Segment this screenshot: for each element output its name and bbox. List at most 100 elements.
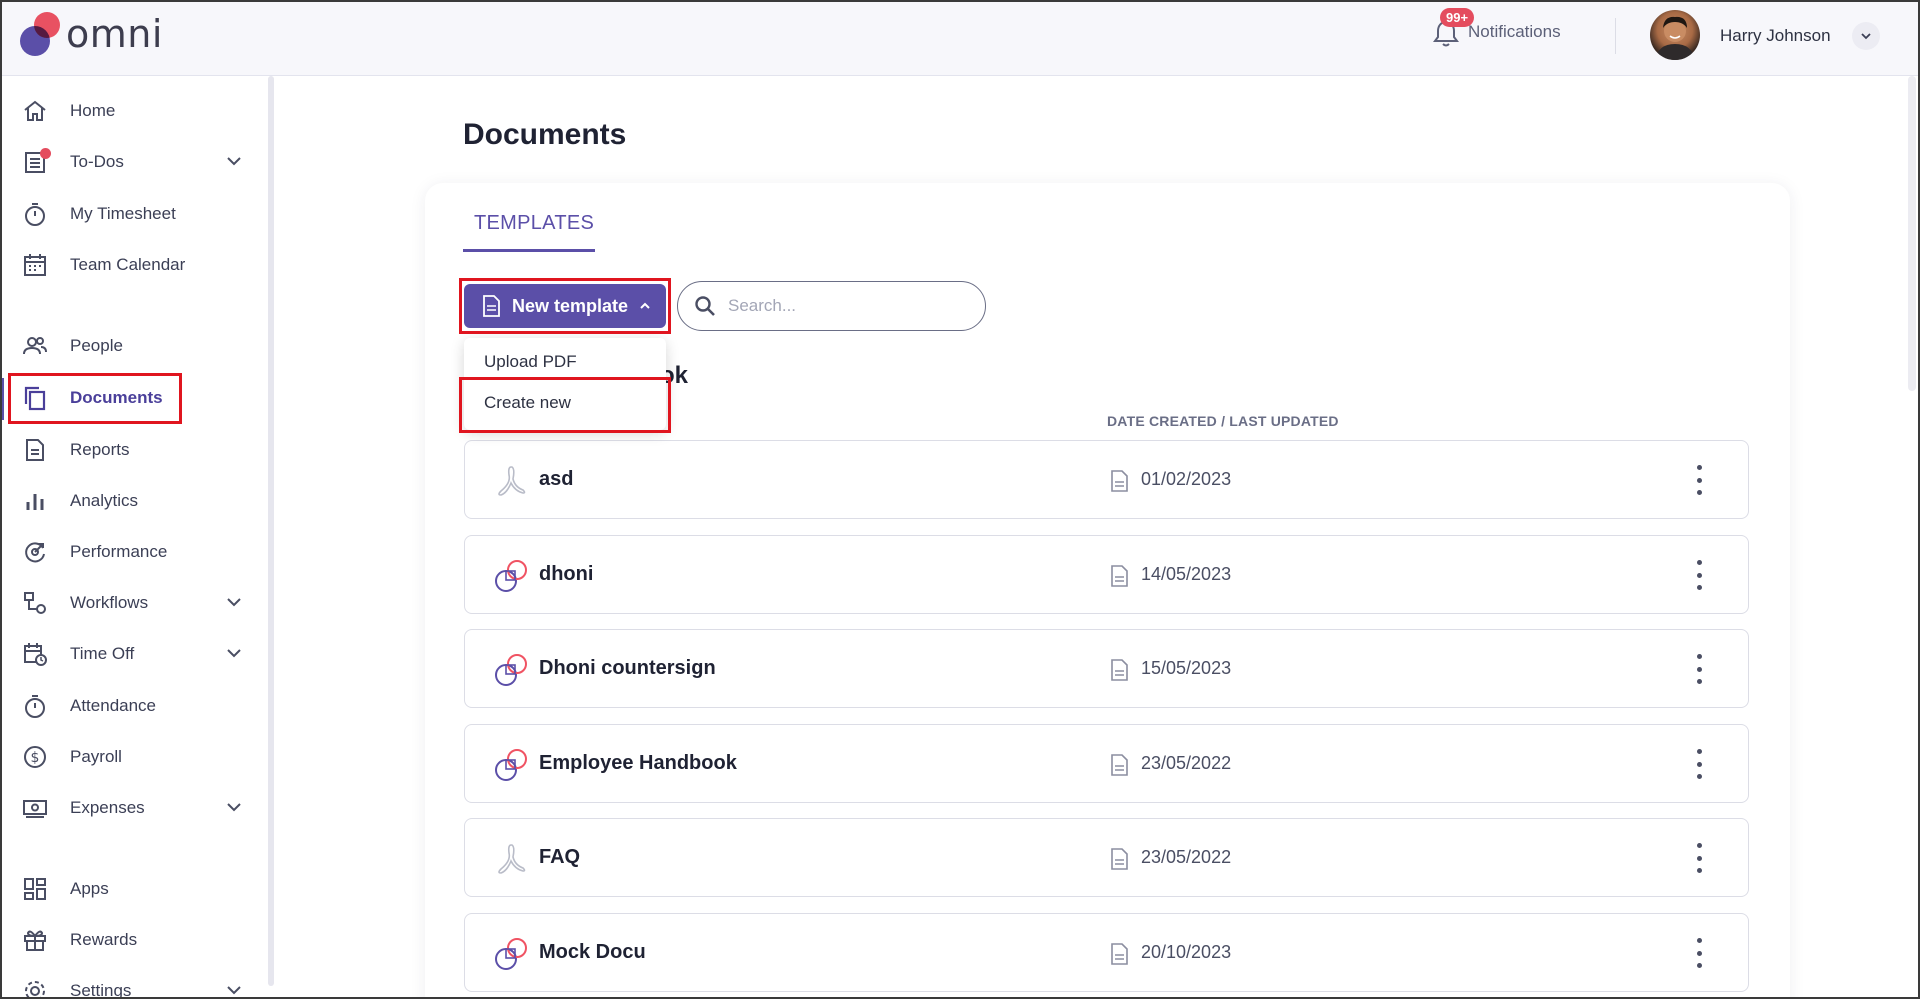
stopwatch-icon [20, 691, 50, 721]
people-icon [20, 331, 50, 361]
sidebar-item-attendance[interactable]: Attendance [10, 684, 255, 728]
column-header-date: DATE CREATED / LAST UPDATED [1107, 413, 1339, 429]
document-date: 01/02/2023 [1141, 469, 1232, 489]
sidebar-item-label: Team Calendar [70, 255, 186, 274]
report-icon [20, 435, 50, 465]
svg-text:$: $ [31, 750, 40, 766]
more-options-icon[interactable] [1693, 465, 1705, 495]
sidebar-item-people[interactable]: People [10, 324, 255, 368]
sidebar-item-time-off[interactable]: Time Off [10, 632, 255, 676]
document-name[interactable]: FAQ [539, 846, 580, 869]
pdf-file-icon [493, 463, 529, 499]
chevron-down-icon[interactable] [225, 644, 243, 667]
table-row[interactable]: Employee Handbook 23/05/2022 [464, 724, 1749, 803]
calendar-doc-icon [1110, 565, 1128, 592]
avatar[interactable] [1650, 10, 1700, 60]
sidebar-item-label: Apps [70, 879, 109, 898]
notifications-button[interactable]: 99+ Notifications [1432, 8, 1561, 47]
sidebar-item-to-dos[interactable]: To-Dos [10, 140, 255, 184]
logo-text: omni [66, 12, 163, 56]
chevron-down-icon[interactable] [225, 593, 243, 616]
document-name[interactable]: dhoni [539, 563, 593, 586]
more-options-icon[interactable] [1693, 654, 1705, 684]
sidebar-item-team-calendar[interactable]: Team Calendar [10, 243, 255, 287]
document-icon [482, 295, 500, 317]
search-icon [694, 295, 716, 317]
sidebar-item-label: To-Dos [70, 152, 124, 171]
table-row[interactable]: FAQ 23/05/2022 [464, 818, 1749, 897]
new-template-label: New template [512, 295, 629, 316]
dollar-icon: $ [20, 742, 50, 772]
chevron-down-icon[interactable] [225, 798, 243, 821]
top-header: omni 99+ Notifications Harry Johnson [0, 0, 1920, 76]
sidebar-item-apps[interactable]: Apps [10, 867, 255, 911]
sidebar-item-rewards[interactable]: Rewards [10, 918, 255, 962]
table-row[interactable]: dhoni 14/05/2023 [464, 535, 1749, 614]
sidebar-item-label: Analytics [70, 491, 139, 510]
workflow-icon [20, 588, 50, 618]
chevron-down-icon[interactable] [225, 152, 243, 175]
notifications-badge: 99+ [1440, 8, 1475, 27]
notifications-label: Notifications [1468, 22, 1561, 41]
gift-icon [20, 925, 50, 955]
sidebar-item-label: Expenses [70, 798, 145, 817]
sidebar-item-label: Attendance [70, 696, 157, 715]
search-input[interactable] [728, 296, 958, 316]
more-options-icon[interactable] [1693, 843, 1705, 873]
chevron-up-icon [638, 299, 652, 313]
tab-templates[interactable]: TEMPLATES [474, 212, 594, 235]
menu-item-create-new[interactable]: Create new [484, 393, 571, 413]
sidebar-item-label: Performance [70, 542, 168, 561]
search-box[interactable] [677, 281, 986, 331]
sidebar-item-settings[interactable]: Settings [10, 969, 255, 999]
sidebar-item-analytics[interactable]: Analytics [10, 479, 255, 523]
todo-alert-dot [40, 148, 51, 159]
sidebar-item-label: People [70, 336, 123, 355]
stopwatch-icon [20, 199, 50, 229]
table-row[interactable]: Dhoni countersign 15/05/2023 [464, 629, 1749, 708]
more-options-icon[interactable] [1693, 749, 1705, 779]
sidebar-item-expenses[interactable]: Expenses [10, 786, 255, 830]
documents-icon [20, 383, 50, 413]
page-scrollbar[interactable] [1908, 76, 1916, 391]
omni-logo[interactable]: omni [20, 12, 163, 56]
apps-icon [20, 874, 50, 904]
sidebar-item-reports[interactable]: Reports [10, 428, 255, 472]
omni-file-icon [493, 652, 529, 688]
sidebar-scrollbar[interactable] [268, 76, 274, 986]
omni-file-icon [493, 558, 529, 594]
chevron-down-icon[interactable] [225, 981, 243, 999]
document-name[interactable]: Mock Docu [539, 941, 646, 964]
sidebar-item-my-timesheet[interactable]: My Timesheet [10, 192, 255, 236]
document-name[interactable]: Employee Handbook [539, 752, 737, 775]
header-divider [1615, 18, 1616, 54]
sidebar-item-label: Time Off [70, 644, 135, 663]
new-template-button[interactable]: New template [464, 284, 666, 328]
sidebar-item-documents[interactable]: Documents [10, 376, 255, 420]
logo-mark-icon [20, 12, 64, 56]
document-date: 23/05/2022 [1141, 753, 1232, 773]
sidebar-item-payroll[interactable]: $ Payroll [10, 735, 255, 779]
document-date: 15/05/2023 [1141, 658, 1232, 678]
sidebar-item-label: Workflows [70, 593, 149, 612]
document-name[interactable]: Dhoni countersign [539, 657, 716, 680]
gear-icon [20, 976, 50, 999]
sidebar-item-workflows[interactable]: Workflows [10, 581, 255, 625]
more-options-icon[interactable] [1693, 560, 1705, 590]
table-row[interactable]: asd 01/02/2023 [464, 440, 1749, 519]
sidebar-item-performance[interactable]: Performance [10, 530, 255, 574]
omni-file-icon [493, 936, 529, 972]
document-date: 14/05/2023 [1141, 564, 1232, 584]
menu-item-upload-pdf[interactable]: Upload PDF [484, 352, 577, 372]
sidebar-item-home[interactable]: Home [10, 89, 255, 133]
calendar-doc-icon [1110, 848, 1128, 875]
document-name[interactable]: asd [539, 468, 573, 491]
user-name[interactable]: Harry Johnson [1720, 26, 1831, 46]
sidebar-item-label: Documents [70, 388, 163, 407]
table-row[interactable]: Mock Docu 20/10/2023 [464, 913, 1749, 992]
bar-chart-icon [20, 486, 50, 516]
active-indicator [0, 378, 4, 420]
user-menu-chevron-icon[interactable] [1852, 22, 1880, 50]
sidebar-item-label: Reports [70, 440, 130, 459]
more-options-icon[interactable] [1693, 938, 1705, 968]
